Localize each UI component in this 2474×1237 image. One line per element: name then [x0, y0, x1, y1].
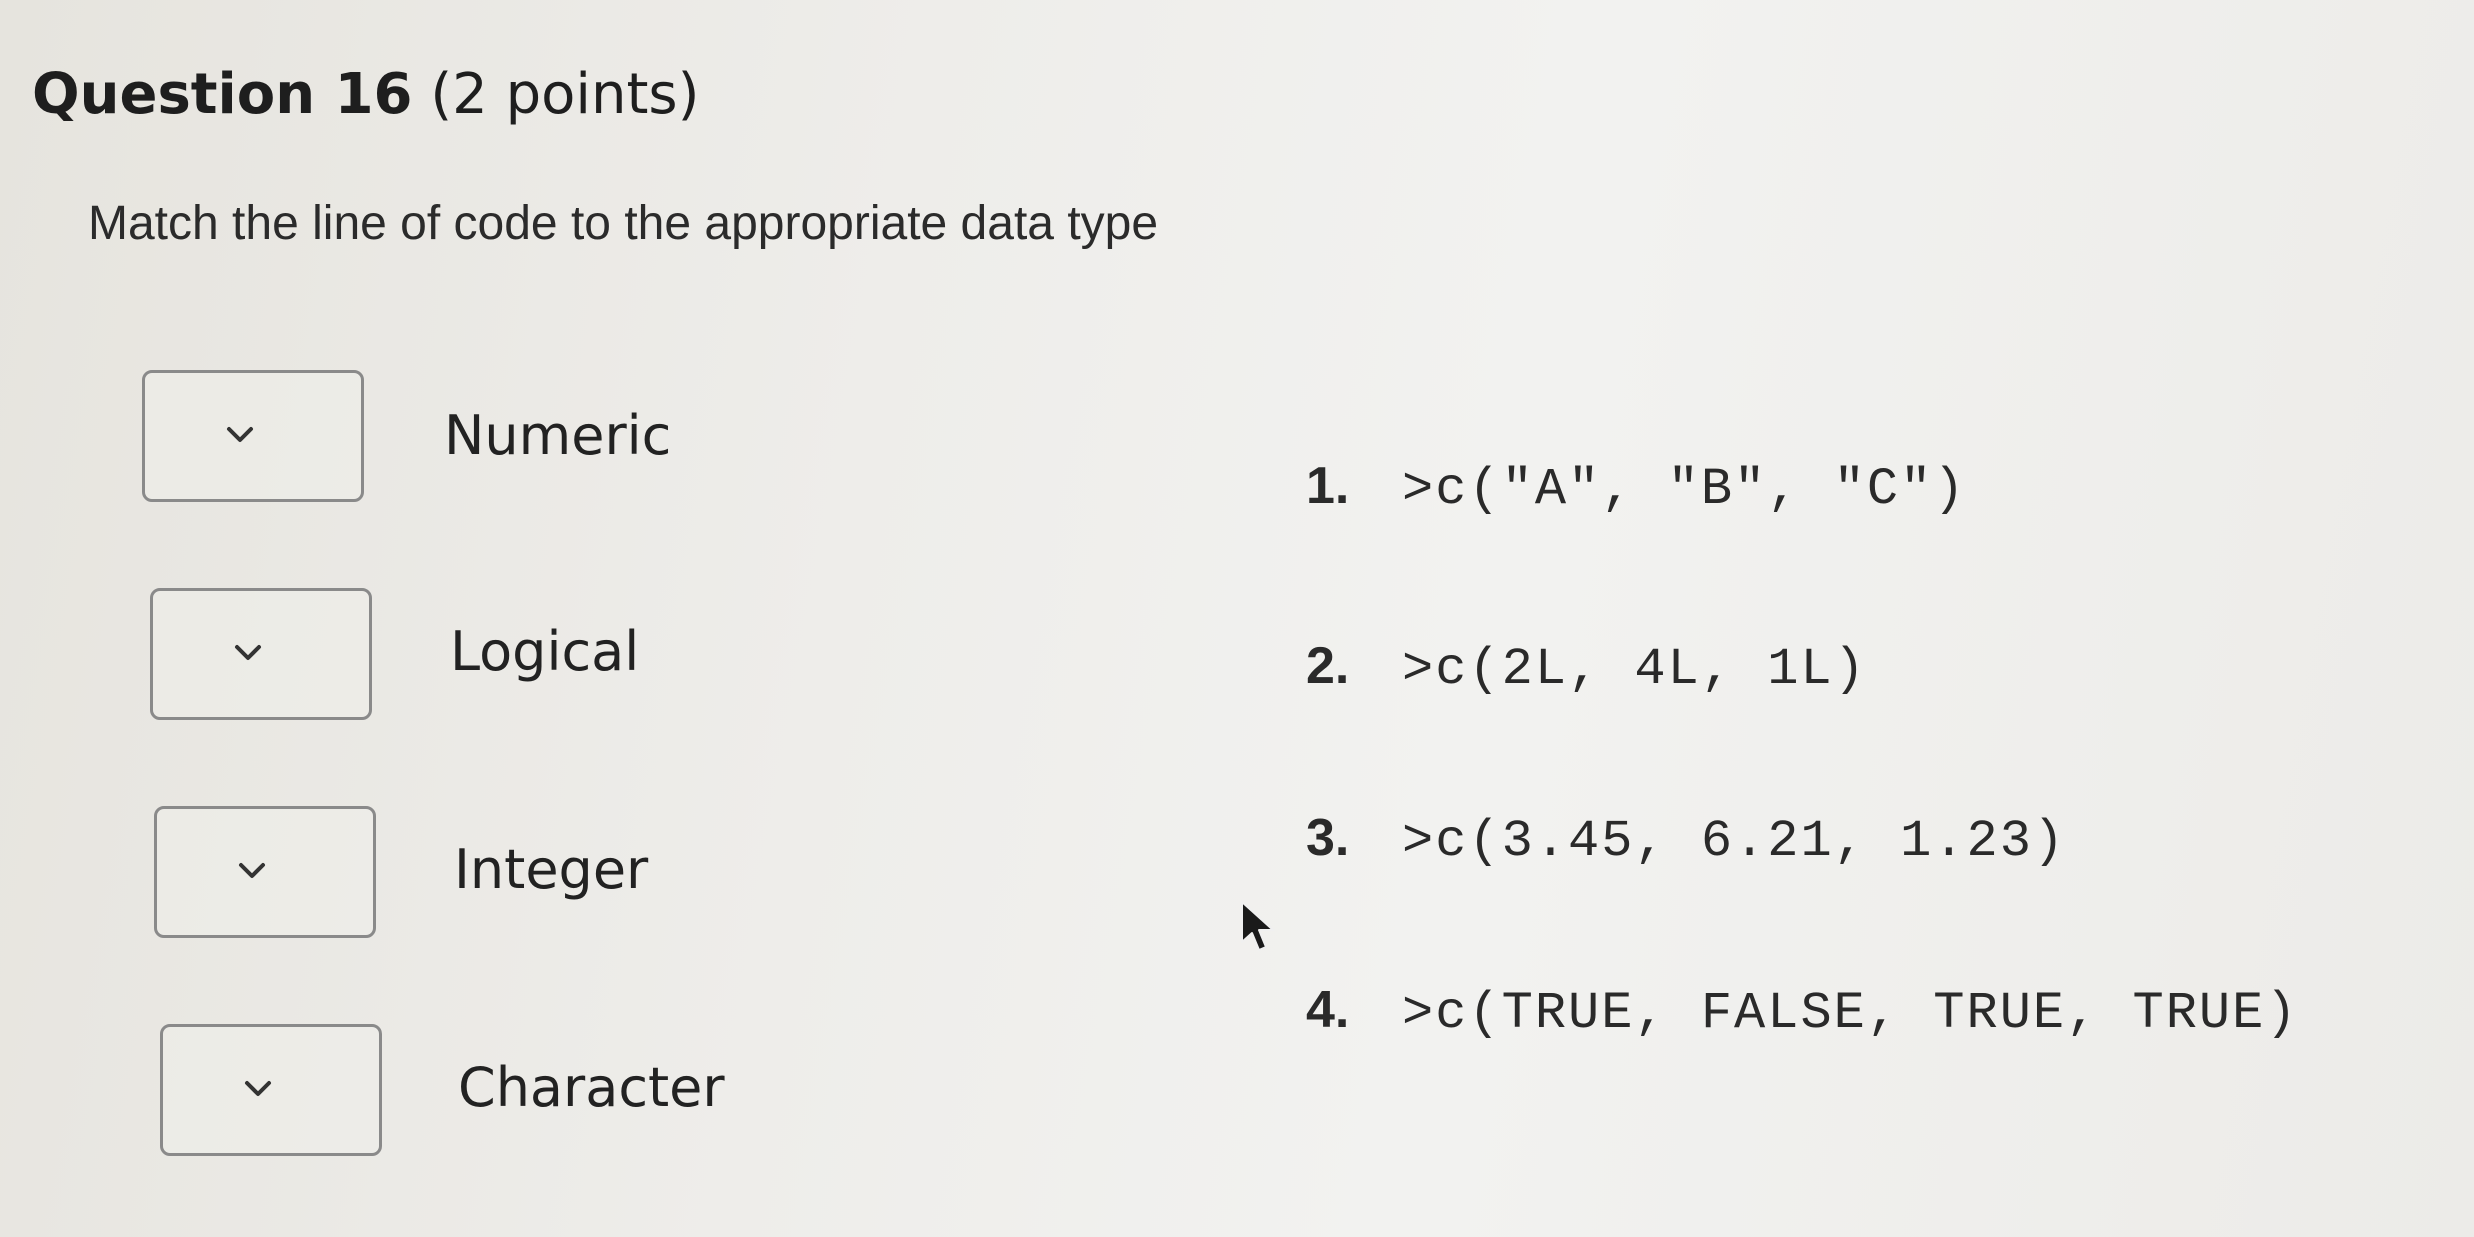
- chevron-down-icon: [227, 427, 253, 442]
- option-code: >c(2L, 4L, 1L): [1402, 640, 1867, 699]
- option-code: >c(TRUE, FALSE, TRUE, TRUE): [1402, 984, 2299, 1043]
- question-prompt: Match the line of code to the appropriat…: [88, 197, 1159, 250]
- term-select-integer[interactable]: [154, 806, 376, 938]
- chevron-down-icon: [235, 645, 261, 660]
- term-label-integer: Integer: [454, 838, 649, 901]
- option-code: >c("A", "B", "C"): [1402, 460, 1967, 519]
- option-3: 3. >c(3.45, 6.21, 1.23): [1306, 808, 2066, 871]
- option-number: 1.: [1306, 457, 1350, 515]
- option-4: 4. >c(TRUE, FALSE, TRUE, TRUE): [1306, 980, 2299, 1043]
- question-title: Question 16: [32, 62, 413, 127]
- option-code: >c(3.45, 6.21, 1.23): [1402, 812, 2067, 871]
- option-1: 1. >c("A", "B", "C"): [1306, 456, 1967, 519]
- term-select-logical[interactable]: [150, 588, 372, 720]
- term-label-character: Character: [458, 1056, 725, 1119]
- option-number: 4.: [1306, 981, 1350, 1039]
- term-select-character[interactable]: [160, 1024, 382, 1156]
- term-label-logical: Logical: [450, 620, 640, 683]
- chevron-down-icon: [239, 863, 265, 878]
- term-label-numeric: Numeric: [444, 404, 672, 467]
- question-header: Question 16 (2 points): [32, 62, 699, 127]
- term-select-numeric[interactable]: [142, 370, 364, 502]
- option-2: 2. >c(2L, 4L, 1L): [1306, 636, 1867, 699]
- question-points: (2 points): [430, 62, 700, 127]
- chevron-down-icon: [245, 1081, 271, 1096]
- option-number: 2.: [1306, 637, 1350, 695]
- mouse-pointer-icon: [1241, 901, 1274, 951]
- option-number: 3.: [1306, 809, 1350, 867]
